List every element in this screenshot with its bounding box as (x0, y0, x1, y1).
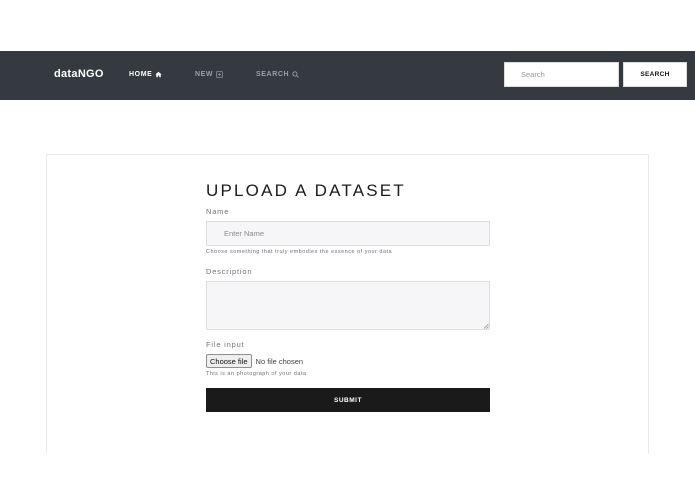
name-label: Name (206, 207, 230, 216)
page-title: UPLOAD A DATASET (206, 181, 406, 200)
description-field[interactable] (206, 281, 490, 330)
plus-square-icon (216, 71, 223, 78)
file-status-text: No file chosen (255, 356, 304, 366)
name-help-text: Choose something that truly embodies the… (206, 249, 393, 255)
submit-button[interactable]: SUBMIT (206, 388, 490, 412)
file-input-label: File input (206, 340, 245, 349)
nav-link-home-label: HOME (129, 71, 153, 78)
file-input: Choose file No file chosen (206, 354, 303, 368)
resize-handle-icon[interactable] (483, 323, 489, 329)
navbar-search-button[interactable]: SEARCH (623, 62, 687, 87)
name-field[interactable] (206, 221, 490, 246)
choose-file-button[interactable]: Choose file (206, 354, 252, 368)
description-label: Description (206, 267, 253, 276)
file-help-text: This is an photograph of your data (206, 371, 307, 377)
search-icon (292, 71, 299, 78)
nav-link-home[interactable]: HOME (129, 71, 163, 78)
nav-link-new-label: NEW (195, 71, 214, 78)
nav-link-new[interactable]: NEW (195, 71, 223, 78)
home-icon (155, 71, 163, 78)
nav-link-search-label: SEARCH (256, 71, 290, 78)
brand-logo[interactable]: dataNGO (54, 68, 104, 80)
navbar-search-input[interactable] (504, 62, 619, 87)
nav-link-search[interactable]: SEARCH (256, 71, 299, 78)
